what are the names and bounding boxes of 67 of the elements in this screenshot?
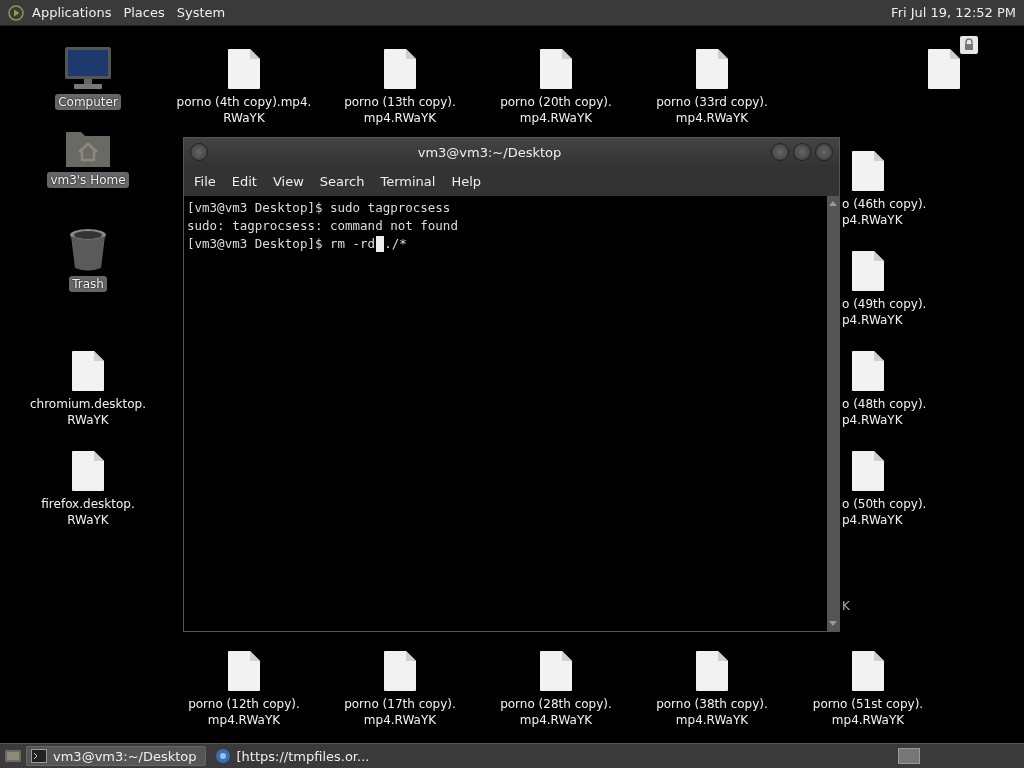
scroll-up-icon[interactable] [828,199,838,207]
file-label: porno (38th copy). mp4.RWaYK [655,696,769,728]
close-button[interactable] [815,143,833,161]
scrollbar[interactable] [827,196,839,631]
file-icon[interactable] [851,250,885,292]
file-label: o (48th copy). p4.RWaYK [842,396,927,428]
file-label: porno (12th copy). mp4.RWaYK [187,696,301,728]
file-label: porno (13th copy). mp4.RWaYK [343,94,457,126]
file-icon[interactable] [695,650,729,692]
terminal-line: ./* [384,235,407,253]
file-label: Computer [55,94,121,110]
window-menu-button[interactable] [190,143,208,161]
file-icon[interactable] [695,48,729,90]
maximize-button[interactable] [793,143,811,161]
menu-item[interactable]: File [188,173,226,189]
file-icon[interactable] [71,450,105,492]
panel-menu[interactable]: Places [123,5,165,20]
menu-item[interactable]: View [266,173,314,189]
file-icon[interactable] [383,650,417,692]
menu-item[interactable]: Terminal [374,173,446,189]
globe-icon [214,748,231,764]
file-label: K [842,598,850,614]
workspace-switcher[interactable] [898,748,920,764]
file-icon[interactable] [539,650,573,692]
file-label: firefox.desktop. RWaYK [40,496,136,528]
file-icon[interactable] [851,150,885,192]
show-desktop-icon[interactable] [4,748,22,764]
file-label: Trash [69,276,107,292]
file-label: porno (4th copy).mp4. RWaYK [175,94,313,126]
file-label: o (50th copy). p4.RWaYK [842,496,927,528]
trash-icon[interactable] [68,228,108,272]
file-label: porno (20th copy). mp4.RWaYK [499,94,613,126]
file-label: porno (28th copy). mp4.RWaYK [499,696,613,728]
file-label: o (46th copy). p4.RWaYK [842,196,927,228]
file-icon[interactable] [383,48,417,90]
file-icon[interactable] [851,350,885,392]
file-label: o (49th copy). p4.RWaYK [842,296,927,328]
menu-item[interactable]: Help [445,173,492,189]
window-title: vm3@vm3:~/Desktop [416,144,563,160]
terminal-line: [vm3@vm3 Desktop]$ rm -rd [187,235,376,253]
terminal-icon [31,749,47,763]
terminal-line: sudo: tagprocsess: command not found [187,217,458,235]
menu-item[interactable]: Search [313,173,375,189]
file-label: porno (17th copy). mp4.RWaYK [343,696,457,728]
taskbar-button[interactable]: [https://tmpfiles.or... [209,746,379,766]
panel-menu[interactable]: Applications [32,5,112,20]
file-icon[interactable] [539,48,573,90]
file-icon[interactable] [71,350,105,392]
file-icon[interactable] [851,650,885,692]
menu-item[interactable]: Edit [225,173,267,189]
computer-icon[interactable] [62,46,114,90]
scroll-down-icon[interactable] [828,620,838,628]
panel-menu[interactable]: System [176,5,226,20]
taskbar-button[interactable]: vm3@vm3:~/Desktop [26,746,206,766]
file-icon[interactable] [227,48,261,90]
file-label: chromium.desktop. RWaYK [29,396,147,428]
file-label: porno (51st copy). mp4.RWaYK [811,696,925,728]
terminal-line: [vm3@vm3 Desktop]$ sudo tagprocsess [187,199,451,217]
file-icon[interactable] [927,48,961,90]
file-icon[interactable] [851,450,885,492]
clock[interactable]: Fri Jul 19, 12:52 PM [891,5,1016,20]
file-label: porno (33rd copy). mp4.RWaYK [655,94,769,126]
logo-icon[interactable] [8,4,24,21]
minimize-button[interactable] [771,143,789,161]
file-icon[interactable] [227,650,261,692]
file-label: vm3's Home [47,172,129,188]
lock-icon [960,36,978,54]
